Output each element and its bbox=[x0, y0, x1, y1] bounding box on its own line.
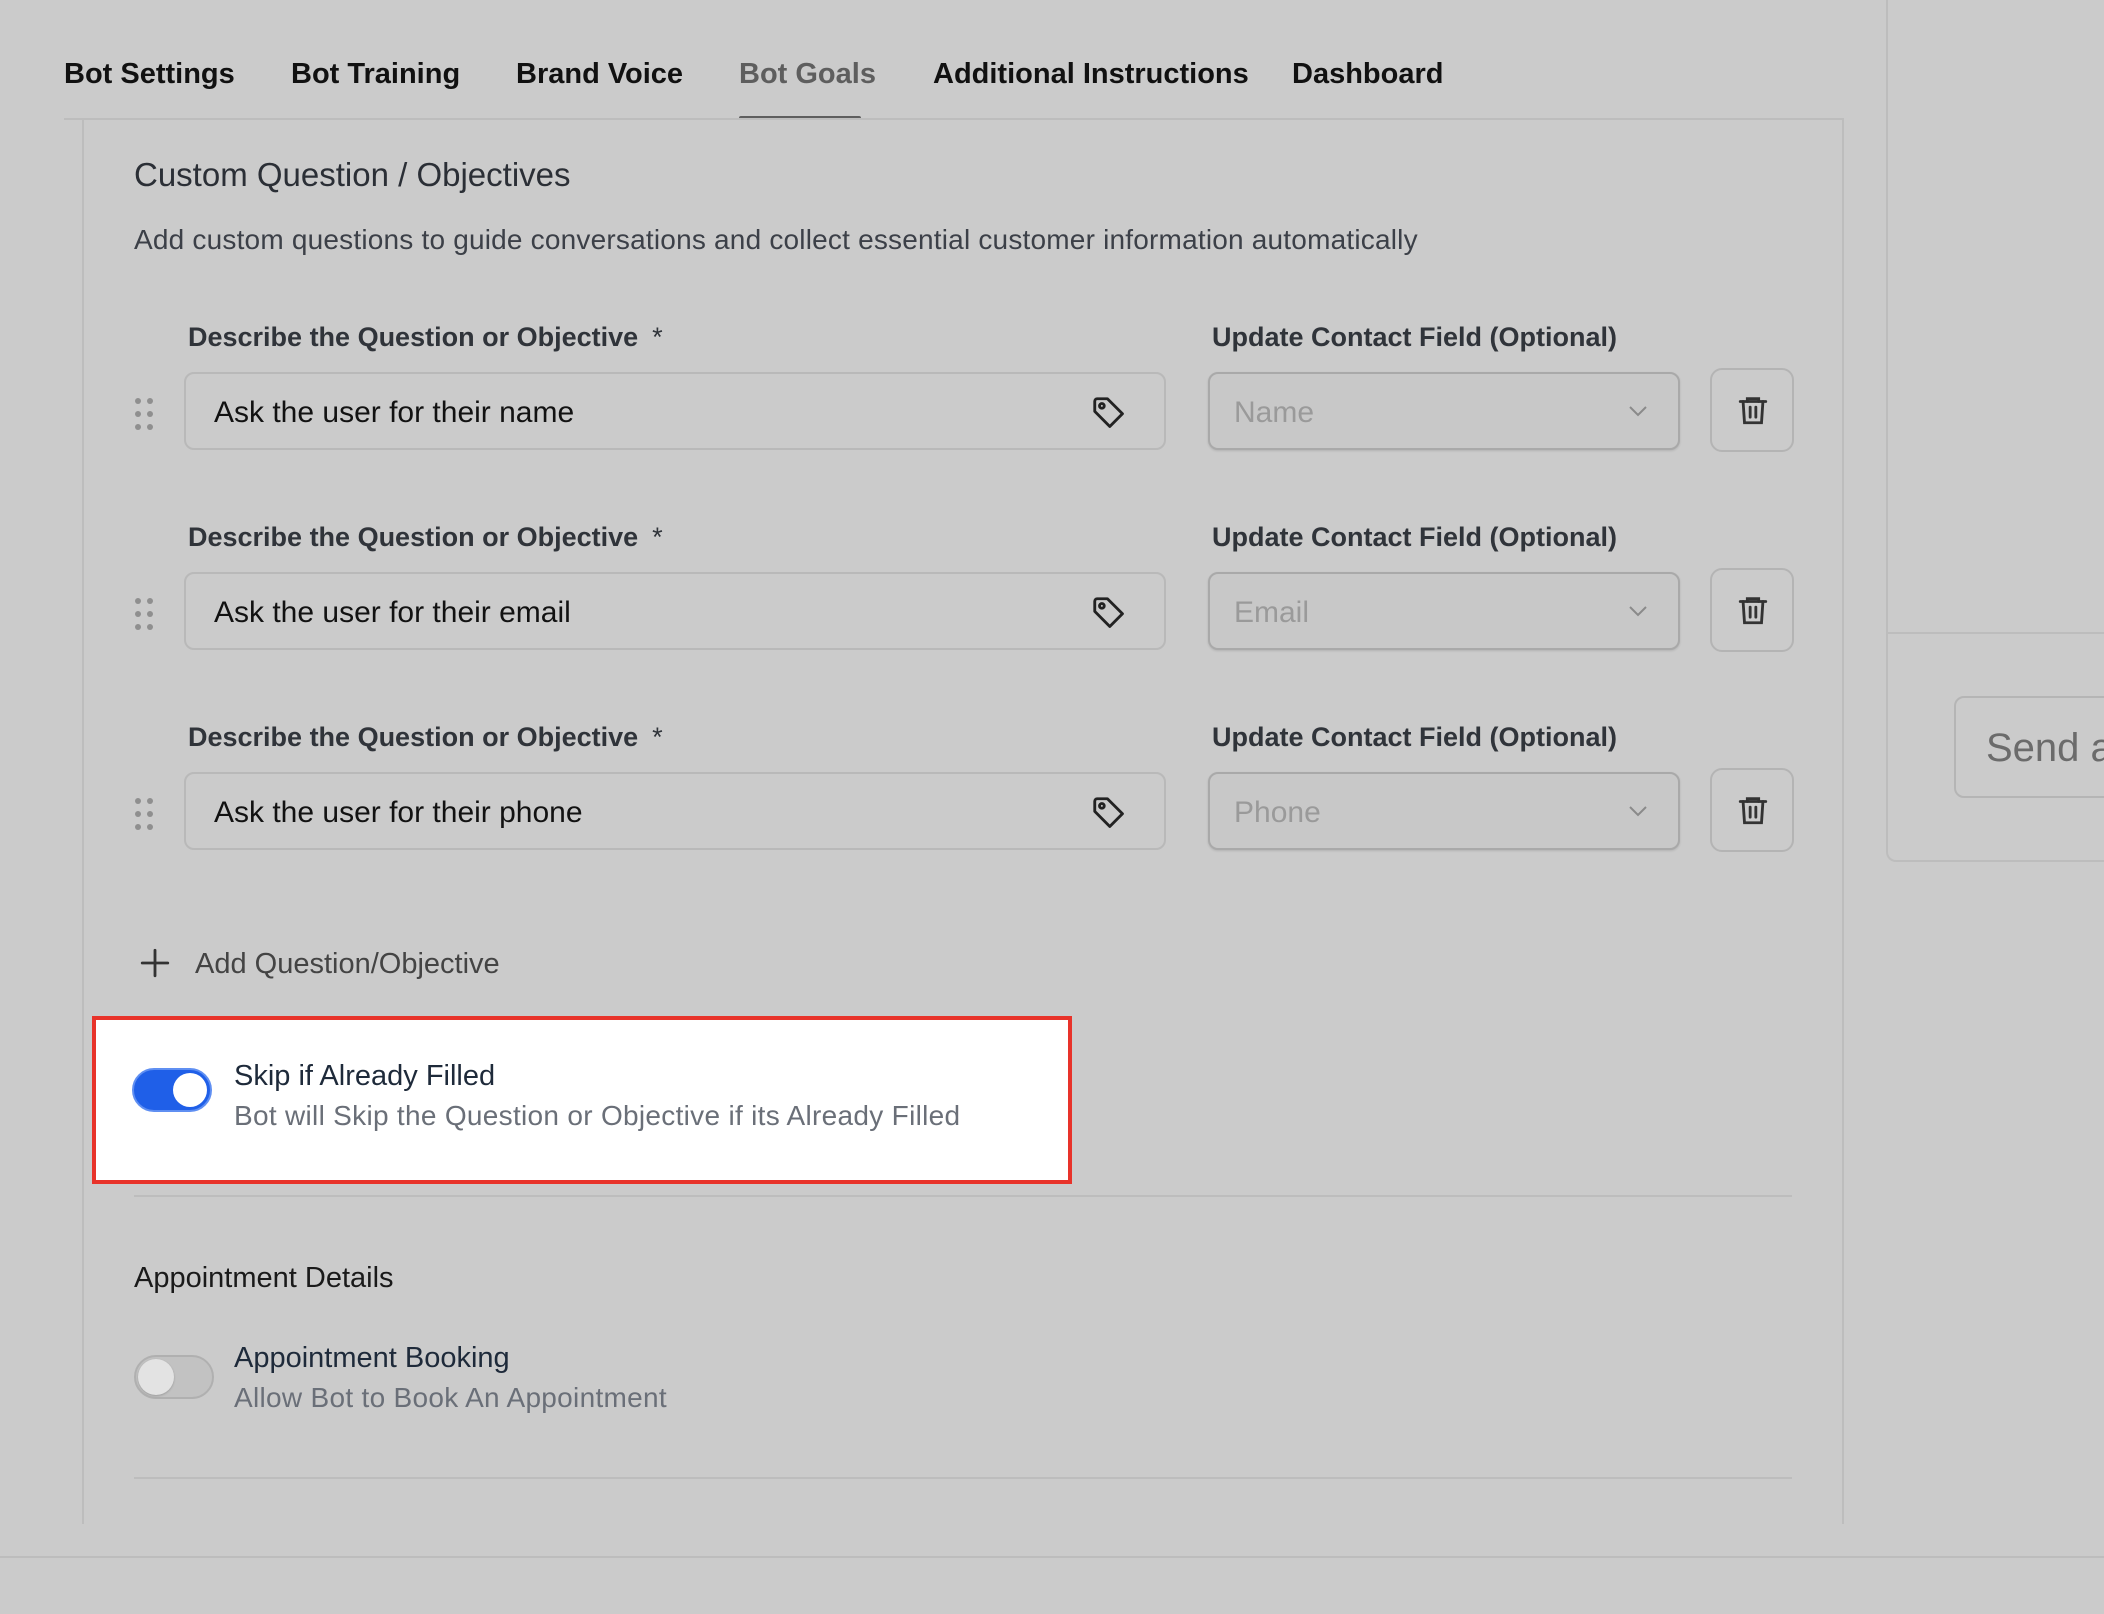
tag-icon[interactable] bbox=[1090, 394, 1128, 432]
contact-field-value: Phone bbox=[1234, 796, 1321, 829]
contact-field-value: Email bbox=[1234, 596, 1310, 629]
panel-left-border bbox=[82, 120, 84, 1524]
skip-option-title: Skip if Already Filled bbox=[234, 1060, 496, 1092]
chevron-down-icon bbox=[1629, 406, 1647, 417]
delete-question-button[interactable] bbox=[1710, 568, 1794, 652]
question-label: Describe the Question or Objective * bbox=[188, 722, 663, 752]
appointment-booking-toggle[interactable] bbox=[134, 1355, 214, 1399]
tab-additional-instructions[interactable]: Additional Instructions bbox=[933, 58, 1249, 91]
message-input[interactable]: Send a bbox=[1954, 696, 2104, 798]
question-input-value: Ask the user for their phone bbox=[214, 796, 583, 829]
trash-icon bbox=[1738, 397, 1768, 425]
add-question-label: Add Question/Objective bbox=[195, 948, 500, 980]
question-label: Describe the Question or Objective * bbox=[188, 322, 663, 352]
question-input-value: Ask the user for their email bbox=[214, 596, 571, 629]
tab-bar: Bot Settings Bot Training Brand Voice Bo… bbox=[0, 0, 2104, 120]
drag-handle-icon[interactable] bbox=[135, 398, 155, 432]
contact-field-label: Update Contact Field (Optional) bbox=[1212, 322, 1617, 352]
toggle-knob bbox=[173, 1073, 207, 1107]
drag-handle-icon[interactable] bbox=[135, 598, 155, 632]
contact-field-select[interactable]: Name bbox=[1208, 372, 1680, 450]
trash-icon bbox=[1738, 597, 1768, 625]
appointment-booking-description: Allow Bot to Book An Appointment bbox=[234, 1382, 667, 1413]
message-input-placeholder: Send a bbox=[1986, 726, 2104, 770]
contact-field-value: Name bbox=[1234, 396, 1315, 429]
plus-icon bbox=[140, 948, 170, 978]
question-input[interactable]: Ask the user for their email bbox=[184, 572, 1166, 650]
skip-option-description: Bot will Skip the Question or Objective … bbox=[234, 1100, 961, 1131]
tab-bot-goals[interactable]: Bot Goals bbox=[739, 58, 876, 91]
skip-if-filled-toggle[interactable] bbox=[132, 1068, 212, 1112]
contact-field-select[interactable]: Email bbox=[1208, 572, 1680, 650]
section-title: Custom Question / Objectives bbox=[134, 156, 571, 193]
drag-handle-icon[interactable] bbox=[135, 798, 155, 832]
contact-field-label: Update Contact Field (Optional) bbox=[1212, 722, 1617, 752]
section-divider bbox=[134, 1195, 1792, 1197]
question-input-value: Ask the user for their name bbox=[214, 396, 575, 429]
appointment-section-title: Appointment Details bbox=[134, 1262, 394, 1294]
contact-field-select[interactable]: Phone bbox=[1208, 772, 1680, 850]
chevron-down-icon bbox=[1629, 806, 1647, 817]
tab-bot-training[interactable]: Bot Training bbox=[291, 58, 460, 91]
question-input[interactable]: Ask the user for their phone bbox=[184, 772, 1166, 850]
preview-divider bbox=[1888, 632, 2104, 634]
delete-question-button[interactable] bbox=[1710, 768, 1794, 852]
section-description: Add custom questions to guide conversati… bbox=[134, 224, 1418, 255]
section-divider bbox=[134, 1477, 1792, 1479]
question-label: Describe the Question or Objective * bbox=[188, 522, 663, 552]
page-bottom-divider bbox=[0, 1556, 2104, 1558]
tag-icon[interactable] bbox=[1090, 794, 1128, 832]
tab-divider bbox=[64, 118, 1844, 120]
appointment-booking-title: Appointment Booking bbox=[234, 1342, 510, 1374]
chevron-down-icon bbox=[1629, 606, 1647, 617]
panel-right-border bbox=[1842, 120, 1844, 1524]
contact-field-label: Update Contact Field (Optional) bbox=[1212, 522, 1617, 552]
tab-dashboard[interactable]: Dashboard bbox=[1292, 58, 1443, 91]
delete-question-button[interactable] bbox=[1710, 368, 1794, 452]
toggle-knob bbox=[138, 1359, 174, 1395]
tag-icon[interactable] bbox=[1090, 594, 1128, 632]
tab-bot-settings[interactable]: Bot Settings bbox=[64, 58, 235, 91]
tab-brand-voice[interactable]: Brand Voice bbox=[516, 58, 683, 91]
trash-icon bbox=[1738, 797, 1768, 825]
question-input[interactable]: Ask the user for their name bbox=[184, 372, 1166, 450]
